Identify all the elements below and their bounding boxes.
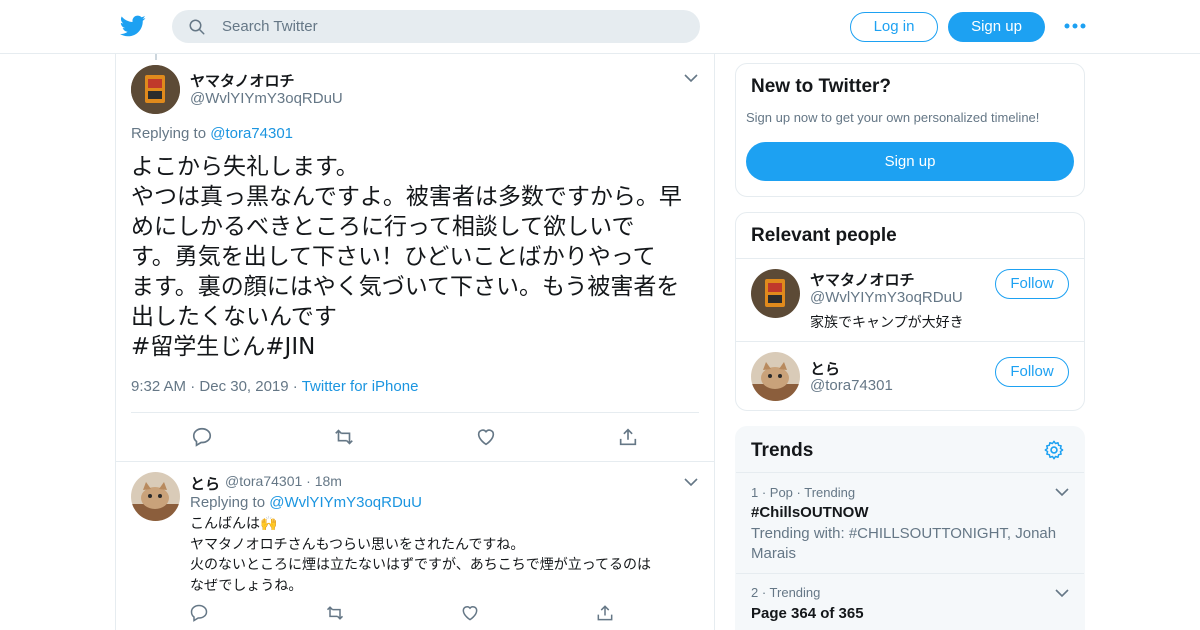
card-subtitle: Sign up now to get your own personalized…: [746, 110, 1040, 125]
reply-age[interactable]: 18m: [315, 473, 342, 489]
reply-author-handle[interactable]: @tora74301: [225, 473, 302, 489]
divider: [116, 461, 714, 462]
person-name[interactable]: ヤマタノオロチ: [810, 269, 915, 290]
person-handle[interactable]: @tora74301: [810, 377, 893, 394]
thread-connector-line: [155, 54, 157, 60]
avatar-image: [751, 352, 800, 401]
search-box: [172, 10, 700, 43]
tweet-author-handle[interactable]: @WvlYIYmY3oqRDuU: [190, 90, 343, 107]
replying-to-link[interactable]: @tora74301: [210, 125, 293, 142]
tweet-text-line: めにしかるべきところに行って相談して欲しいで: [131, 214, 635, 240]
chevron-down-icon[interactable]: [1055, 588, 1069, 598]
like-heart-icon[interactable]: [475, 426, 497, 448]
twitter-bird-icon[interactable]: [119, 13, 147, 39]
replying-to-label: Replying to: [131, 125, 207, 142]
card-title: Trends: [751, 440, 814, 461]
divider: [131, 412, 699, 413]
chevron-down-icon[interactable]: [684, 73, 698, 83]
search-icon: [189, 19, 205, 35]
person-handle[interactable]: @WvlYIYmY3oqRDuU: [810, 289, 963, 306]
tweet-text-line: す。勇気を出して下さい！ひどいことばかりやって: [131, 244, 656, 270]
avatar-image: [131, 472, 180, 521]
divider: [736, 258, 1084, 259]
new-to-twitter-card: New to Twitter? Sign up now to get your …: [735, 63, 1085, 197]
reply-text-line: 火のないところに煙は立たないはずですが、あちこちで煙が立ってるのは: [190, 557, 652, 573]
more-dots-icon[interactable]: [1063, 16, 1087, 36]
divider: [736, 573, 1084, 574]
reply-text-line: なぜでしょうね。: [190, 577, 303, 594]
reply-body: こんばんは🙌 ヤマタノオロチさんもつらい思いをされたんですね。 火のないところに…: [190, 514, 651, 596]
tweet-author-name[interactable]: ヤマタノオロチ: [190, 70, 295, 91]
reply-text-line: こんばんは🙌: [190, 516, 278, 532]
person-name[interactable]: とら: [810, 358, 840, 379]
trends-card: Trends 1 · Pop · Trending #ChillsOUTNOW …: [735, 426, 1085, 630]
reply-icon[interactable]: [191, 426, 213, 448]
tweet-hashtag-line[interactable]: #留学生じん#JIN: [131, 332, 706, 362]
replying-to-label: Replying to: [190, 494, 266, 511]
search-input[interactable]: [222, 10, 682, 43]
tweet-timestamp-line: 9:32 AM · Dec 30, 2019 · Twitter for iPh…: [131, 378, 418, 395]
avatar-image: [751, 269, 800, 318]
follow-button[interactable]: Follow: [995, 269, 1069, 299]
reply-author-meta: @tora74301 · 18m: [225, 473, 342, 489]
person-bio: 家族でキャンプが大好き: [810, 315, 964, 331]
tweet-body: よこから失礼します。 やつは真っ黒なんですよ。被害者は多数ですから。早 めにしか…: [131, 152, 706, 362]
sidebar-signup-button[interactable]: Sign up: [746, 142, 1074, 181]
tweet-text-line: 出したくないんです: [131, 304, 337, 330]
reply-author-avatar[interactable]: [131, 472, 180, 521]
separator-dot: ·: [190, 378, 196, 395]
reply-text-line: ヤマタノオロチさんもつらい思いをされたんですね。: [190, 536, 525, 553]
login-button[interactable]: Log in: [850, 12, 938, 42]
tweet-text-line: やつは真っ黒なんですよ。被害者は多数ですから。早: [131, 184, 682, 210]
tweet-text-line: よこから失礼します。: [131, 154, 359, 180]
person-avatar[interactable]: [751, 269, 800, 318]
reply-author-name[interactable]: とら: [190, 473, 220, 494]
person-avatar[interactable]: [751, 352, 800, 401]
follow-button[interactable]: Follow: [995, 357, 1069, 387]
retweet-icon[interactable]: [325, 603, 345, 623]
signup-button[interactable]: Sign up: [948, 12, 1045, 42]
top-navigation-bar: Log in Sign up: [0, 0, 1200, 54]
card-title: Relevant people: [751, 225, 897, 246]
chevron-down-icon[interactable]: [684, 477, 698, 487]
divider: [736, 472, 1084, 473]
separator-dot: ·: [306, 473, 311, 489]
like-heart-icon[interactable]: [460, 603, 480, 623]
trend-name[interactable]: #ChillsOUTNOW: [751, 504, 869, 521]
trend-meta: 2 · Trending: [751, 585, 821, 600]
tweet-time[interactable]: 9:32 AM: [131, 378, 186, 395]
relevant-people-card: Relevant people ヤマタノオロチ @WvlYIYmY3oqRDuU…: [735, 212, 1085, 411]
separator-dot: ·: [292, 378, 298, 395]
tweet-text-line: ます。裏の顔にはやく気づいて下さい。もう被害者を: [131, 274, 680, 300]
gear-icon[interactable]: [1043, 439, 1065, 461]
trend-name[interactable]: Page 364 of 365: [751, 605, 864, 622]
replying-to-link[interactable]: @WvlYIYmY3oqRDuU: [269, 494, 422, 511]
tweet-date[interactable]: Dec 30, 2019: [199, 378, 288, 395]
chevron-down-icon[interactable]: [1055, 487, 1069, 497]
share-icon[interactable]: [595, 603, 615, 623]
trend-meta: 1 · Pop · Trending: [751, 485, 856, 500]
trend-context: Trending with: #CHILLSOUTTONIGHT, Jonah …: [751, 525, 1057, 562]
share-icon[interactable]: [617, 426, 639, 448]
avatar-image: [131, 65, 180, 114]
tweet-author-avatar[interactable]: [131, 65, 180, 114]
retweet-icon[interactable]: [333, 426, 355, 448]
reply-replying-to-line: Replying to @WvlYIYmY3oqRDuU: [190, 494, 422, 511]
card-title: New to Twitter?: [751, 76, 892, 97]
tweet-source-link[interactable]: Twitter for iPhone: [302, 378, 419, 395]
replying-to-line: Replying to @tora74301: [131, 125, 293, 142]
reply-icon[interactable]: [189, 603, 209, 623]
divider: [736, 341, 1084, 342]
